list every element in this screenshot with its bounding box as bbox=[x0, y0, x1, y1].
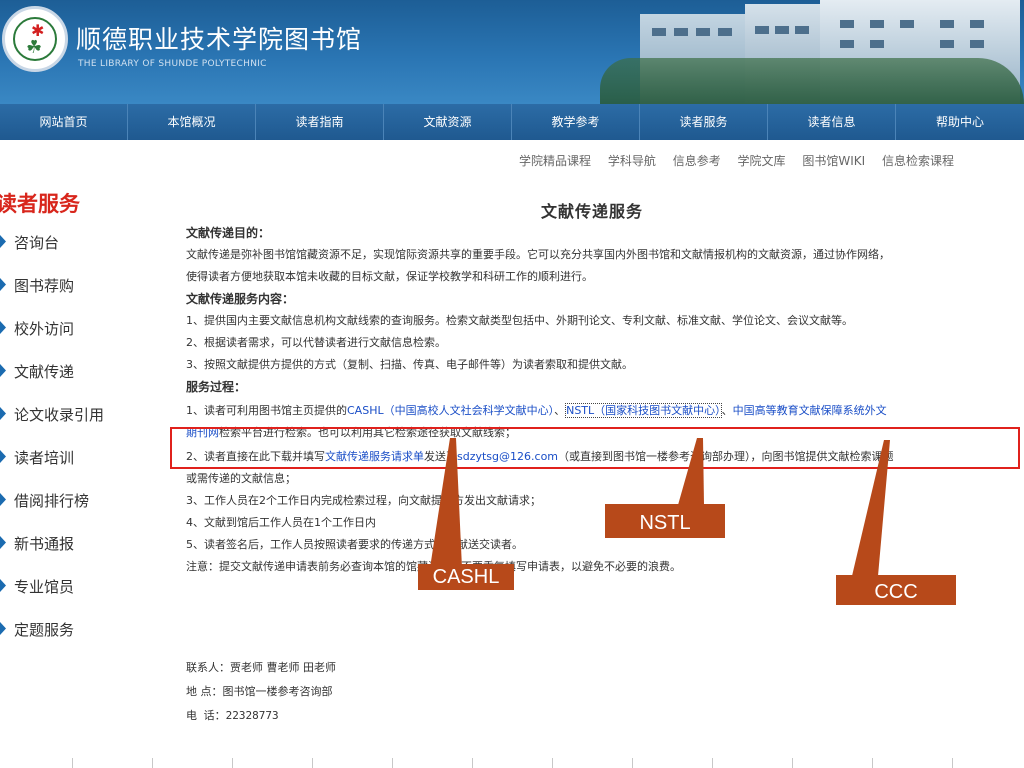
ccc-arrow bbox=[852, 440, 890, 576]
nstl-arrow bbox=[678, 438, 704, 505]
cashl-arrow bbox=[430, 438, 462, 568]
annotation-arrows bbox=[430, 438, 890, 576]
cashl-label: CASHL bbox=[418, 564, 514, 590]
ccc-label: CCC bbox=[836, 575, 956, 605]
nstl-label: NSTL bbox=[605, 504, 725, 538]
footer-dividers bbox=[0, 758, 1024, 768]
